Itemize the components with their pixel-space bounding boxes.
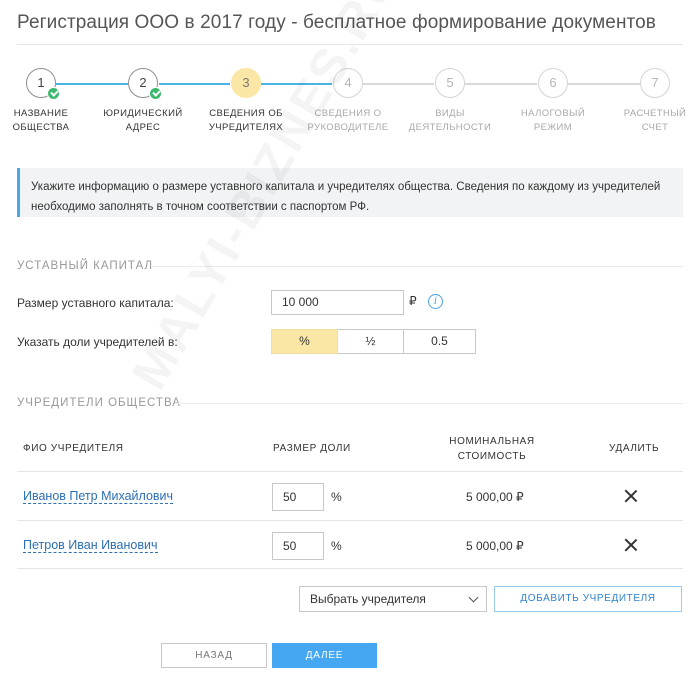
delete-icon[interactable]: [624, 538, 638, 552]
step-label: СВЕДЕНИЯ О РУКОВОДИТЕЛЕ: [307, 108, 389, 133]
step-label: НАЗВАНИЕ ОБЩЕСТВА: [12, 108, 70, 133]
step-6: 6 НАЛОГОВЫЙ РЕЖИМ: [503, 68, 603, 135]
step-circle: 4: [333, 68, 363, 98]
step-circle: 1: [26, 68, 60, 100]
step-label: СВЕДЕНИЯ ОБ УЧРЕДИТЕЛЯХ: [208, 108, 284, 133]
founder-select[interactable]: Выбрать учредителя: [299, 586, 487, 612]
section-heading-founders: УЧРЕДИТЕЛИ ОБЩЕСТВА: [17, 397, 181, 409]
step-4: 4 СВЕДЕНИЯ О РУКОВОДИТЕЛЕ: [298, 68, 398, 135]
next-button[interactable]: ДАЛЕЕ: [272, 643, 377, 668]
info-notice: Укажите информацию о размере уставного к…: [17, 168, 683, 217]
founder-name-link[interactable]: Иванов Петр Михайлович: [23, 489, 174, 504]
step-circle: 7: [640, 68, 670, 98]
step-7: 7 РАСЧЕТНЫЙ СЧЕТ: [605, 68, 700, 135]
chevron-down-icon: [468, 592, 479, 603]
currency-symbol: ₽: [409, 294, 417, 308]
section-divider: [152, 266, 683, 267]
step-1[interactable]: 1 НАЗВАНИЕ ОБЩЕСТВА: [0, 68, 91, 135]
step-circle: 2: [128, 68, 162, 100]
capital-size-label: Размер уставного капитала:: [17, 296, 174, 310]
share-unit: %: [331, 490, 342, 504]
founder-select-value: Выбрать учредителя: [310, 592, 426, 606]
table-divider: [17, 520, 683, 521]
column-header-nominal: НОМИНАЛЬНАЯ СТОИМОСТЬ: [449, 436, 535, 462]
step-2[interactable]: 2 ЮРИДИЧЕСКИЙ АДРЕС: [93, 68, 193, 135]
share-unit: %: [331, 539, 342, 553]
step-5: 5 ВИДЫ ДЕЯТЕЛЬНОСТИ: [400, 68, 500, 135]
check-icon: [149, 87, 162, 100]
step-circle: 6: [538, 68, 568, 98]
column-header-delete: УДАЛИТЬ: [609, 443, 660, 454]
nominal-value: 5 000,00 ₽: [466, 490, 524, 504]
share-format-label: Указать доли учредителей в:: [17, 335, 178, 349]
section-divider: [175, 403, 683, 404]
step-circle: 3: [231, 68, 261, 98]
share-input[interactable]: 50: [272, 532, 324, 560]
share-format-decimal[interactable]: 0.5: [404, 329, 476, 354]
share-input[interactable]: 50: [272, 483, 324, 511]
info-icon[interactable]: i: [428, 294, 443, 309]
check-icon: [47, 87, 60, 100]
title-divider: [17, 44, 683, 45]
column-header-name: ФИО УЧРЕДИТЕЛЯ: [23, 443, 124, 454]
founder-name-link[interactable]: Петров Иван Иванович: [23, 538, 158, 553]
step-label: ВИДЫ ДЕЯТЕЛЬНОСТИ: [408, 108, 492, 133]
table-divider: [17, 471, 683, 472]
back-button[interactable]: НАЗАД: [161, 643, 267, 668]
step-label: НАЛОГОВЫЙ РЕЖИМ: [520, 108, 586, 133]
share-format-fraction[interactable]: ½: [338, 329, 404, 354]
progress-stepper: 1 НАЗВАНИЕ ОБЩЕСТВА 2 ЮРИДИЧЕСКИЙ АДРЕС …: [0, 68, 700, 138]
add-founder-button[interactable]: ДОБАВИТЬ УЧРЕДИТЕЛЯ: [494, 586, 682, 612]
page-title: Регистрация ООО в 2017 году - бесплатное…: [17, 12, 656, 33]
table-divider: [17, 568, 683, 569]
step-3[interactable]: 3 СВЕДЕНИЯ ОБ УЧРЕДИТЕЛЯХ: [196, 68, 296, 135]
step-label: ЮРИДИЧЕСКИЙ АДРЕС: [103, 108, 183, 133]
delete-icon[interactable]: [624, 489, 638, 503]
step-label: РАСЧЕТНЫЙ СЧЕТ: [623, 108, 687, 133]
nominal-value: 5 000,00 ₽: [466, 539, 524, 553]
share-format-toggle: % ½ 0.5: [271, 329, 476, 354]
step-circle: 5: [435, 68, 465, 98]
share-format-percent[interactable]: %: [271, 329, 338, 354]
section-heading-capital: УСТАВНЫЙ КАПИТАЛ: [17, 260, 154, 272]
capital-size-input[interactable]: 10 000: [271, 290, 404, 315]
column-header-share: РАЗМЕР ДОЛИ: [273, 443, 351, 454]
